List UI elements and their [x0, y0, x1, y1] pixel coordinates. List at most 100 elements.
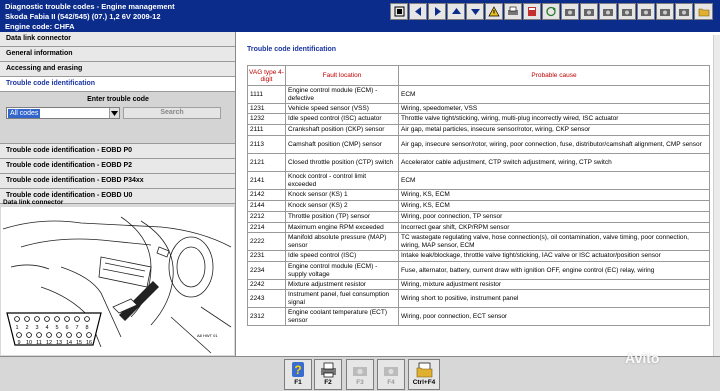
camera-icon[interactable]	[561, 3, 579, 20]
camera-icon	[353, 366, 367, 376]
dlc-label: Data link connector	[3, 199, 64, 206]
cell-probable-cause: Intake leak/blockage, throttle valve tig…	[398, 250, 710, 262]
cell-code: 2142	[247, 189, 286, 201]
cell-fault-location: Idle speed control (ISC) actuator	[285, 113, 399, 125]
pin-label: 8	[85, 325, 88, 331]
trouble-code-table: VAG type 4-digit Fault location Probable…	[247, 65, 710, 326]
column-header-probable-cause: Probable cause	[398, 65, 710, 86]
cell-probable-cause: ECM	[398, 85, 710, 104]
dlc-location-diagram: 1 2 3 4 5 6 7 8 9 10 11 12 13 14 15 16 A…	[1, 207, 234, 355]
f1-help-button[interactable]: ? F1	[284, 359, 312, 390]
menu-item-eobd-p2[interactable]: Trouble code identification - EOBD P2	[0, 159, 235, 174]
cell-fault-location: Engine control module (ECM) - defective	[285, 85, 399, 104]
forward-icon[interactable]	[428, 3, 446, 20]
book-icon[interactable]	[523, 3, 541, 20]
f3-button[interactable]: F3	[346, 359, 374, 390]
pin-label: 13	[56, 340, 62, 346]
cell-code: 2121	[247, 153, 286, 172]
image-code: A8 HWT 01	[197, 333, 218, 338]
print-icon	[320, 362, 336, 377]
trouble-code-select-value: All codes	[8, 109, 41, 118]
table-row: 2121 Closed throttle position (CTP) switc…	[247, 153, 710, 172]
camera-icon	[384, 366, 398, 376]
f4-button[interactable]: F4	[377, 359, 405, 390]
cell-probable-cause: Fuse, alternator, battery, current draw …	[398, 261, 710, 280]
cell-fault-location: Knock sensor (KS) 1	[285, 189, 399, 201]
menu-item-eobd-p34xx[interactable]: Trouble code identification - EOBD P34xx	[0, 174, 235, 189]
folder-icon[interactable]	[694, 3, 713, 20]
table-row: 2113 Camshaft position (CMP) sensor Air ga…	[247, 135, 710, 154]
menu-item-data-link-connector[interactable]: Data link connector	[0, 32, 235, 47]
pin-label: 1	[15, 325, 18, 331]
column-header-fault-location: Fault location	[285, 65, 399, 86]
pin-label: 15	[76, 340, 82, 346]
cell-fault-location: Mixture adjustment resistor	[285, 279, 399, 290]
pin-label: 4	[45, 325, 48, 331]
table-row: 2141 Knock control - control limit exceed…	[247, 171, 710, 190]
cell-fault-location: Engine control module (ECM) - supply vol…	[285, 261, 399, 280]
cell-code: 2243	[247, 289, 286, 308]
menu-item-trouble-code-identification[interactable]: Trouble code identification	[0, 77, 235, 92]
cell-fault-location: Knock control - control limit exceeded	[285, 171, 399, 190]
menu-item-eobd-p0[interactable]: Trouble code identification - EOBD P0	[0, 144, 235, 159]
cell-code: 2234	[247, 261, 286, 280]
pin-label: 2	[25, 325, 28, 331]
content-panel: Trouble code identification VAG type 4-d…	[241, 35, 720, 356]
enter-trouble-code-label: Enter trouble code	[87, 96, 149, 103]
camera-icon[interactable]	[675, 3, 693, 20]
cell-fault-location: Throttle position (TP) sensor	[285, 211, 399, 223]
help-icon: ?	[292, 362, 304, 377]
table-row: 2111 Crankshaft position (CKP) sensor Air …	[247, 124, 710, 136]
menu-item-accessing-erasing[interactable]: Accessing and erasing	[0, 62, 235, 77]
pin-label: 7	[75, 325, 78, 331]
nav-toolbar	[390, 3, 713, 21]
trouble-code-select[interactable]: All codes	[6, 107, 120, 119]
cell-code: 2212	[247, 211, 286, 223]
camera-icon[interactable]	[637, 3, 655, 20]
home-icon[interactable]	[390, 3, 408, 20]
warning-icon[interactable]	[485, 3, 503, 20]
back-icon[interactable]	[409, 3, 427, 20]
table-row: 2142 Knock sensor (KS) 1 Wiring, KS, ECM	[247, 189, 710, 201]
camera-icon[interactable]	[656, 3, 674, 20]
cell-probable-cause: Wiring, KS, ECM	[398, 200, 710, 212]
refresh-icon[interactable]	[542, 3, 560, 20]
cell-probable-cause: Incorrect gear shift, CKP/RPM sensor	[398, 222, 710, 233]
cell-fault-location: Knock sensor (KS) 2	[285, 200, 399, 212]
cell-probable-cause: Wiring, KS, ECM	[398, 189, 710, 201]
down-icon[interactable]	[466, 3, 484, 20]
cell-code: 1231	[247, 103, 286, 114]
ctrl-f4-button[interactable]: Ctrl+F4	[408, 359, 440, 390]
menu-item-general-information[interactable]: General information	[0, 47, 235, 62]
camera-icon[interactable]	[599, 3, 617, 20]
f2-print-button[interactable]: F2	[314, 359, 342, 390]
pin-label: 14	[66, 340, 72, 346]
cell-probable-cause: ECM	[398, 171, 710, 190]
cell-fault-location: Idle speed control (ISC)	[285, 250, 399, 262]
cell-code: 2312	[247, 307, 286, 326]
cell-code: 2242	[247, 279, 286, 290]
print-icon[interactable]	[504, 3, 522, 20]
cell-code: 2113	[247, 135, 286, 154]
cell-fault-location: Vehicle speed sensor (VSS)	[285, 103, 399, 114]
f2-label: F2	[324, 379, 332, 386]
camera-icon[interactable]	[580, 3, 598, 20]
table-row: 2214 Maximum engine RPM exceeded Incorrect…	[247, 222, 710, 233]
pin-label: 16	[86, 340, 92, 346]
chevron-down-icon[interactable]	[109, 108, 119, 118]
cell-fault-location: Crankshaft position (CKP) sensor	[285, 124, 399, 136]
cell-probable-cause: Throttle valve tight/sticking, wiring, m…	[398, 113, 710, 125]
search-button[interactable]: Search	[123, 107, 221, 119]
table-row: 2222 Manifold absolute pressure (MAP) sen…	[247, 232, 710, 251]
title-bar: Diagnostic trouble codes - Engine manage…	[0, 0, 720, 32]
left-panel: Data link connector General information …	[0, 32, 236, 356]
vehicle-info: Skoda Fabia II (542/545) (07.) 1,2 6V 20…	[5, 12, 161, 21]
cell-fault-location: Maximum engine RPM exceeded	[285, 222, 399, 233]
cell-fault-location: Closed throttle position (CTP) switch	[285, 153, 399, 172]
cell-probable-cause: Wiring, mixture adjustment resistor	[398, 279, 710, 290]
camera-icon[interactable]	[618, 3, 636, 20]
table-row: 1111 Engine control module (ECM) - defect…	[247, 85, 710, 104]
table-row: 2234 Engine control module (ECM) - supply…	[247, 261, 710, 280]
up-icon[interactable]	[447, 3, 465, 20]
vertical-scrollbar[interactable]	[713, 35, 720, 356]
